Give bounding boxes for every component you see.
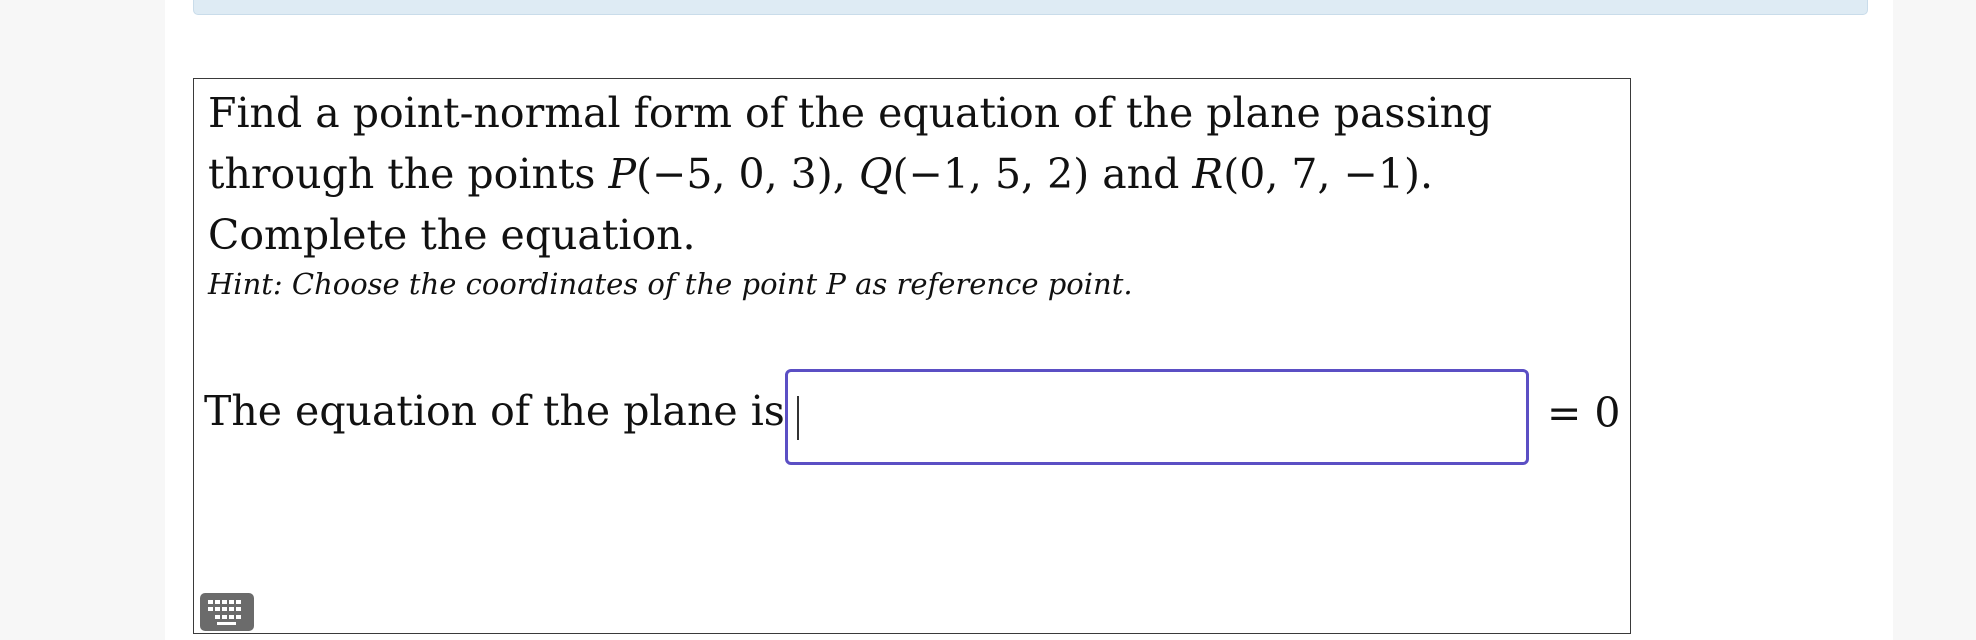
point-p-name: P	[608, 150, 637, 198]
point-q-coords: (−1, 5, 2)	[892, 150, 1090, 198]
keyboard-icon	[208, 600, 241, 625]
text-caret	[797, 396, 799, 440]
point-q-name: Q	[858, 150, 893, 198]
point-r-name: R	[1192, 150, 1224, 198]
point-r-coords: (0, 7, −1)	[1223, 150, 1420, 198]
answer-row: The equation of the plane is: = 0	[204, 369, 1624, 465]
question-text: Find a point-normal form of the equation…	[208, 83, 1618, 266]
question-panel: Find a point-normal form of the equation…	[193, 78, 1631, 634]
and-word: and	[1089, 150, 1193, 198]
hint-text: Hint: Choose the coordinates of the poin…	[208, 267, 1133, 301]
point-r: R(0, 7, −1)	[1192, 150, 1420, 198]
equals-zero: = 0	[1547, 389, 1621, 437]
point-p-coords: (−5, 0, 3)	[636, 150, 833, 198]
point-q: Q(−1, 5, 2)	[859, 150, 1089, 198]
answer-label: The equation of the plane is:	[204, 387, 799, 435]
keyboard-toggle-button[interactable]	[200, 593, 254, 631]
equation-input[interactable]	[785, 369, 1529, 465]
separator: ,	[832, 150, 859, 198]
point-p: P(−5, 0, 3)	[608, 150, 832, 198]
top-banner	[193, 0, 1868, 15]
